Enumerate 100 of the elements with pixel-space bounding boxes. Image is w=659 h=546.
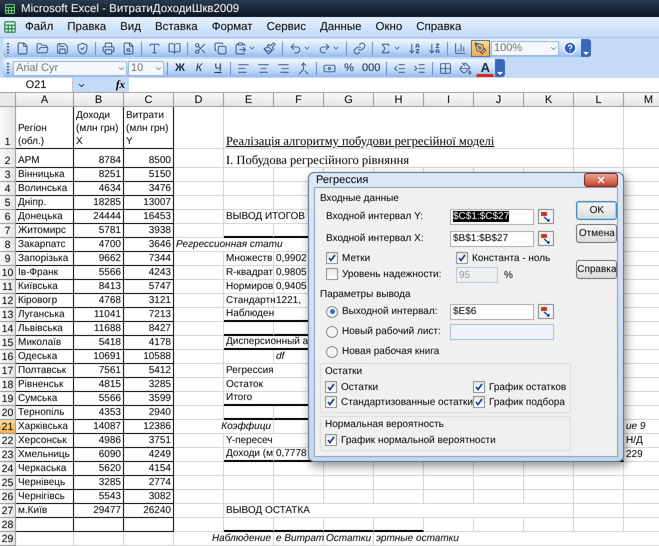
toolbar-options-icon[interactable] bbox=[581, 39, 591, 57]
row-header[interactable]: 26 bbox=[0, 490, 16, 504]
row-header[interactable]: 9 bbox=[0, 252, 16, 266]
drawing-button[interactable] bbox=[471, 40, 490, 56]
menu-item[interactable]: Формат bbox=[206, 20, 259, 34]
row-header[interactable]: 20 bbox=[0, 406, 16, 420]
row-header[interactable]: 15 bbox=[0, 336, 16, 350]
checkbox[interactable] bbox=[325, 381, 337, 393]
row-header[interactable]: 16 bbox=[0, 350, 16, 364]
checkbox[interactable] bbox=[326, 268, 338, 280]
checkbox[interactable] bbox=[325, 434, 337, 446]
checkbox[interactable] bbox=[326, 252, 338, 264]
row-header[interactable]: 27 bbox=[0, 504, 16, 518]
checkbox-label[interactable]: Метки bbox=[342, 252, 370, 264]
toolbar-options-icon[interactable] bbox=[495, 59, 506, 77]
row-header[interactable]: 19 bbox=[0, 392, 16, 406]
menu-item[interactable]: Правка bbox=[61, 20, 112, 34]
font-size-dropdown[interactable]: 10 bbox=[128, 60, 164, 76]
zoom-dropdown[interactable]: 100% bbox=[491, 40, 559, 56]
row-header[interactable]: 22 bbox=[0, 434, 16, 448]
row-header[interactable]: 14 bbox=[0, 322, 16, 336]
radio-button[interactable] bbox=[326, 326, 338, 338]
dialog-button[interactable]: OK bbox=[576, 201, 618, 220]
style-button[interactable]: Ж bbox=[171, 60, 189, 76]
range-picker-icon[interactable] bbox=[538, 231, 554, 246]
checkmark-icon bbox=[327, 436, 335, 444]
font-dropdown[interactable]: Arial Cyr bbox=[13, 60, 127, 76]
range-field[interactable]: $C$1:$C$27 bbox=[450, 208, 534, 224]
row-header[interactable]: 24 bbox=[0, 462, 16, 476]
row-header[interactable]: 6 bbox=[0, 210, 16, 224]
column-header[interactable]: L bbox=[574, 93, 624, 107]
style-button[interactable]: Ч bbox=[209, 60, 227, 76]
dialog-button[interactable]: Справка bbox=[576, 260, 618, 279]
row-header[interactable]: 10 bbox=[0, 266, 16, 280]
row-header[interactable]: 23 bbox=[0, 448, 16, 462]
checkbox[interactable] bbox=[456, 252, 468, 264]
menu-item[interactable]: Файл bbox=[19, 20, 60, 34]
column-header[interactable]: E bbox=[224, 93, 274, 107]
row-header[interactable]: 21 bbox=[0, 420, 16, 434]
radio-label[interactable]: Выходной интервал: bbox=[342, 306, 438, 317]
caret-icon bbox=[303, 44, 311, 52]
table-cell: 4249 bbox=[124, 448, 174, 462]
number-format-button[interactable]: % bbox=[340, 60, 358, 76]
checkbox-label[interactable]: График подбора bbox=[488, 396, 565, 408]
checkbox-label[interactable]: График нормальной вероятности bbox=[341, 434, 496, 446]
row-header[interactable]: 28 bbox=[0, 518, 16, 532]
range-picker-icon[interactable] bbox=[538, 209, 554, 224]
sheet-name-field[interactable] bbox=[450, 324, 554, 340]
menu-item[interactable]: Вставка bbox=[148, 20, 204, 34]
row-header[interactable]: 18 bbox=[0, 378, 16, 392]
column-header[interactable]: F bbox=[274, 93, 324, 107]
checkbox-label[interactable]: График остатков bbox=[488, 382, 566, 392]
column-header[interactable]: I bbox=[424, 93, 474, 107]
row-header[interactable]: 7 bbox=[0, 224, 16, 238]
column-header[interactable]: D bbox=[174, 93, 224, 107]
column-header[interactable]: M bbox=[624, 93, 659, 107]
checkbox-label[interactable]: Константа - ноль bbox=[472, 252, 550, 264]
radio-button[interactable] bbox=[326, 306, 338, 318]
checkbox[interactable] bbox=[472, 381, 485, 393]
row-header[interactable]: 8 bbox=[0, 238, 16, 252]
row-header[interactable]: 11 bbox=[0, 280, 16, 294]
checkbox-label[interactable]: Уровень надежности: bbox=[342, 268, 442, 280]
column-header[interactable]: A bbox=[16, 93, 74, 107]
close-button[interactable] bbox=[584, 173, 618, 187]
column-header[interactable]: J bbox=[474, 93, 524, 107]
radio-label[interactable]: Новый рабочий лист: bbox=[342, 326, 441, 337]
row-header[interactable]: 17 bbox=[0, 364, 16, 378]
menu-item[interactable]: Сервис bbox=[260, 20, 312, 34]
checkbox-label[interactable]: Стандартизованные остатки bbox=[341, 396, 473, 408]
checkbox[interactable] bbox=[325, 396, 337, 408]
function-label[interactable]: fx bbox=[116, 79, 125, 91]
row-header[interactable]: 3 bbox=[0, 168, 16, 182]
range-field[interactable]: $E$6 bbox=[450, 304, 534, 320]
dialog-button[interactable]: Отмена bbox=[576, 224, 618, 243]
row-header[interactable]: 12 bbox=[0, 294, 16, 308]
row-header[interactable]: 13 bbox=[0, 308, 16, 322]
row-header[interactable]: 25 bbox=[0, 476, 16, 490]
menu-item[interactable]: Вид bbox=[114, 20, 147, 34]
column-header[interactable]: B bbox=[74, 93, 124, 107]
row-header[interactable]: 4 bbox=[0, 182, 16, 196]
column-header[interactable]: C bbox=[124, 93, 174, 107]
column-header[interactable]: K bbox=[524, 93, 574, 107]
style-button[interactable]: К bbox=[190, 60, 208, 76]
row-header[interactable]: 29 bbox=[0, 532, 16, 546]
menu-item[interactable]: Данные bbox=[314, 20, 368, 34]
number-format-button[interactable]: 000 bbox=[359, 60, 384, 76]
radio-button[interactable] bbox=[326, 346, 338, 358]
row-header[interactable]: 1 bbox=[0, 107, 16, 149]
table-cell: Остатки bbox=[324, 532, 374, 546]
dialog-title: Регрессия bbox=[316, 174, 368, 186]
checkbox[interactable] bbox=[472, 396, 485, 408]
row-header[interactable]: 2 bbox=[0, 149, 16, 168]
menu-item[interactable]: Справка bbox=[410, 20, 468, 34]
column-header[interactable]: H bbox=[374, 93, 424, 107]
range-picker-icon[interactable] bbox=[538, 304, 554, 319]
range-field[interactable]: $B$1:$B$27 bbox=[450, 230, 534, 246]
checkbox-label[interactable]: Остатки bbox=[341, 382, 378, 392]
menu-item[interactable]: Окно bbox=[370, 20, 408, 34]
row-header[interactable]: 5 bbox=[0, 196, 16, 210]
column-header[interactable]: G bbox=[324, 93, 374, 107]
